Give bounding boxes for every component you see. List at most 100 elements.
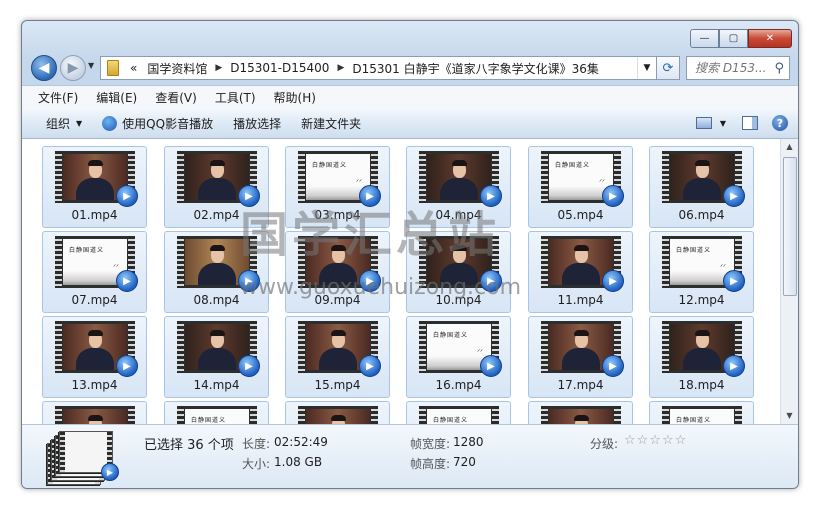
menu-tools[interactable]: 工具(T) (207, 89, 264, 106)
selection-thumbnail-stack: ▶ (47, 431, 119, 485)
presenter-body (683, 348, 721, 370)
help-button[interactable]: ? (768, 115, 798, 131)
file-name: 18.mp4 (678, 378, 725, 392)
video-thumbnail: 白静国道义ᐟᐟ (419, 406, 499, 424)
forward-arrow-icon[interactable]: ▶ (60, 55, 86, 81)
caption-buttons: — ▢ ✕ (690, 29, 792, 48)
file-tile[interactable]: 白静国道义ᐟᐟ▶ (649, 401, 754, 424)
site-watermark-url: www.guoxuehuizong.com (240, 275, 522, 300)
qq-player-icon: ▶ (101, 463, 119, 481)
presenter-hair (331, 330, 346, 336)
video-frame (549, 409, 613, 424)
back-arrow-icon[interactable]: ◀ (31, 55, 57, 81)
vertical-scrollbar[interactable]: ▲ ▼ (780, 139, 798, 424)
address-bar[interactable]: « 国学资料馆 ▶ D15301-D15400 ▶ D15301 白静宇《道家八… (100, 56, 657, 80)
qq-player-icon: ▶ (116, 355, 138, 377)
address-dropdown-icon[interactable]: ▼ (637, 57, 656, 79)
presenter-hair (452, 160, 467, 166)
qq-player-icon: ▶ (602, 270, 624, 292)
file-tile[interactable]: 白静国道义ᐟᐟ▶ (164, 401, 269, 424)
file-tile[interactable]: ▶ (42, 401, 147, 424)
scrollbar-thumb[interactable] (783, 157, 797, 296)
bird-icon: ᐟᐟ (720, 263, 726, 271)
file-name: 16.mp4 (435, 378, 482, 392)
close-button[interactable]: ✕ (748, 29, 792, 48)
qq-player-icon: ▶ (602, 185, 624, 207)
scroll-down-icon[interactable]: ▼ (781, 408, 798, 424)
preview-pane-button[interactable] (732, 116, 768, 130)
file-name: 05.mp4 (557, 208, 604, 222)
thumbnail-calligraphy: 白静国道义 (69, 247, 105, 254)
presenter-hair (88, 330, 103, 336)
file-tile[interactable]: ▶ (528, 401, 633, 424)
thumbnail-calligraphy: 白静国道义 (191, 417, 227, 424)
size-label: 大小: (242, 457, 271, 471)
thumbnail-calligraphy: 白静国道义 (676, 247, 712, 254)
file-tile[interactable]: ▶ 14.mp4 (164, 316, 269, 398)
file-tile[interactable]: ▶ 01.mp4 (42, 146, 147, 228)
organize-button[interactable]: 组织 ▼ (36, 115, 92, 132)
file-tile[interactable]: 白静国道义 ᐟᐟ ▶ 16.mp4 (406, 316, 511, 398)
breadcrumb-item[interactable]: D15301-D15400 (225, 61, 334, 75)
video-frame: 白静国道义ᐟᐟ (185, 409, 249, 424)
breadcrumb-item[interactable]: 国学资料馆 (142, 60, 212, 77)
file-tile[interactable]: 白静国道义 ᐟᐟ ▶ 07.mp4 (42, 231, 147, 313)
thumbnail-calligraphy: 白静国道义 (433, 417, 469, 424)
minimize-button[interactable]: — (690, 29, 719, 48)
bird-icon: ᐟᐟ (477, 348, 483, 356)
menu-help[interactable]: 帮助(H) (266, 89, 324, 106)
file-tile[interactable]: ▶ 06.mp4 (649, 146, 754, 228)
navigation-bar: ◀ ▶ ▼ « 国学资料馆 ▶ D15301-D15400 ▶ D15301 白… (22, 53, 798, 83)
menu-edit[interactable]: 编辑(E) (88, 89, 145, 106)
play-selection-button[interactable]: 播放选择 (223, 115, 291, 132)
presenter-body (198, 263, 236, 285)
folder-icon (107, 60, 119, 76)
selection-count: 已选择 36 个项 (144, 438, 234, 453)
file-tile[interactable]: ▶ (285, 401, 390, 424)
search-input[interactable] (693, 60, 767, 76)
scroll-up-icon[interactable]: ▲ (781, 139, 798, 155)
refresh-icon[interactable]: ⟳ (656, 56, 680, 80)
bird-icon: ᐟᐟ (356, 178, 362, 186)
presenter-hair (574, 245, 589, 251)
file-name: 14.mp4 (193, 378, 240, 392)
qq-play-button[interactable]: 使用QQ影音播放 (92, 115, 223, 132)
file-tile[interactable]: ▶ 17.mp4 (528, 316, 633, 398)
new-folder-button[interactable]: 新建文件夹 (291, 115, 371, 132)
length-value: 02:52:49 (274, 435, 328, 449)
qq-player-icon: ▶ (116, 185, 138, 207)
qq-player-icon (102, 115, 118, 131)
file-tile[interactable]: ▶ 11.mp4 (528, 231, 633, 313)
qq-player-icon: ▶ (723, 355, 745, 377)
rating-stars[interactable]: ☆☆☆☆☆ (624, 433, 687, 448)
change-view-button[interactable]: ▼ (690, 117, 732, 129)
menu-view[interactable]: 查看(V) (147, 89, 205, 106)
site-watermark: 国学汇总站 (240, 207, 501, 263)
breadcrumb-separator-icon[interactable]: ▶ (334, 63, 347, 73)
presenter-hair (331, 415, 346, 421)
breadcrumb-item[interactable]: D15301 白静宇《道家八字象学文化课》36集 (347, 60, 604, 77)
presenter-body (562, 263, 600, 285)
presenter-hair (574, 415, 589, 421)
bird-icon: ᐟᐟ (113, 263, 119, 271)
presenter-body (76, 178, 114, 200)
help-icon: ? (772, 115, 788, 131)
file-tile[interactable]: ▶ 15.mp4 (285, 316, 390, 398)
maximize-button[interactable]: ▢ (719, 29, 748, 48)
file-tile[interactable]: ▶ 18.mp4 (649, 316, 754, 398)
search-icon[interactable]: ⚲ (774, 61, 784, 76)
file-tile[interactable]: 白静国道义 ᐟᐟ ▶ 12.mp4 (649, 231, 754, 313)
menu-file[interactable]: 文件(F) (30, 89, 86, 106)
recent-pages-dropdown-icon[interactable]: ▼ (88, 61, 94, 70)
presenter-body (76, 348, 114, 370)
frame-width-label: 帧宽度: (410, 437, 451, 451)
breadcrumb-overflow[interactable]: « (125, 61, 142, 75)
qq-play-label: 使用QQ影音播放 (122, 116, 214, 131)
thumbnail-calligraphy: 白静国道义 (555, 162, 591, 169)
file-tile[interactable]: 白静国道义ᐟᐟ▶ (406, 401, 511, 424)
frame-height-value: 720 (453, 455, 476, 469)
presenter-hair (695, 330, 710, 336)
breadcrumb-separator-icon[interactable]: ▶ (212, 63, 225, 73)
file-tile[interactable]: 白静国道义 ᐟᐟ ▶ 05.mp4 (528, 146, 633, 228)
file-tile[interactable]: ▶ 13.mp4 (42, 316, 147, 398)
